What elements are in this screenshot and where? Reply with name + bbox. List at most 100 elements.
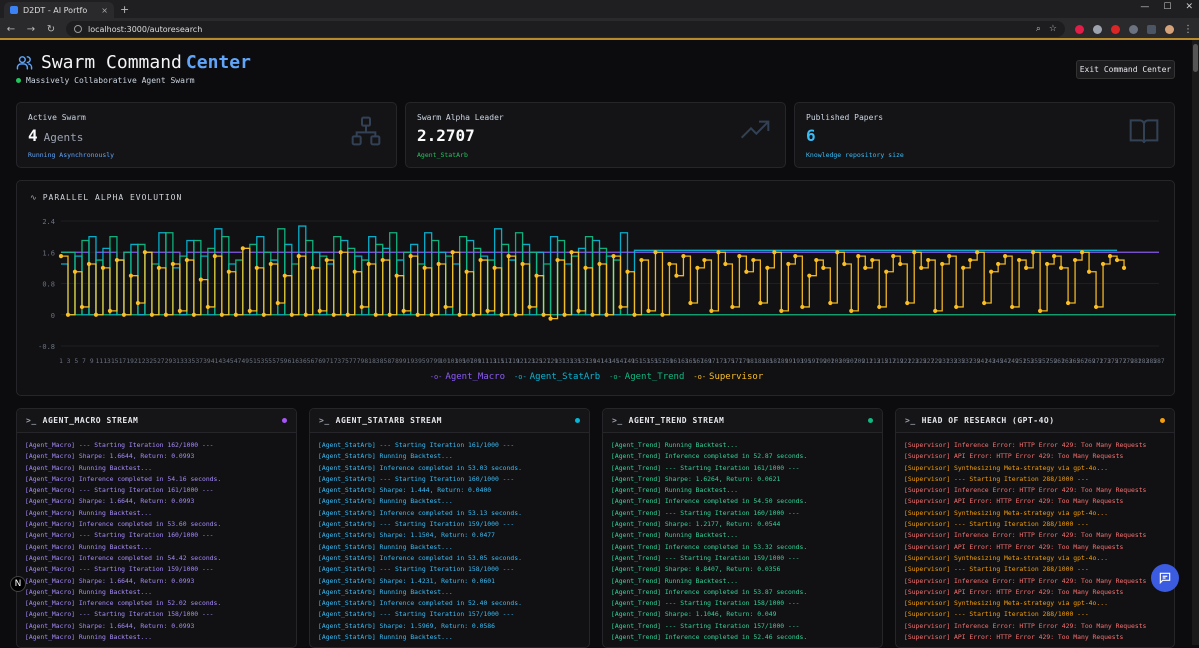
data-point — [905, 300, 910, 306]
data-point — [212, 254, 217, 259]
legend-marker-icon: -o- — [429, 373, 443, 381]
log-line: [Agent_Trend] Sharpe: 1.6264, Return: 0.… — [611, 474, 781, 483]
log-stream[interactable]: [Supervisor] Inference Error: HTTP Error… — [896, 433, 1174, 643]
panel-title: AGENT_MACRO STREAM — [42, 416, 139, 425]
log-line: [Agent_Macro] Inference completed in 53.… — [25, 520, 222, 529]
x-tick-label: 55 — [265, 358, 273, 365]
puzzle-icon[interactable] — [1129, 24, 1138, 34]
minimize-icon[interactable]: — — [1140, 2, 1149, 12]
log-line: [Agent_StatArb] Inference completed in 5… — [318, 553, 522, 562]
data-point — [520, 261, 525, 267]
x-tick-label: 71 — [326, 358, 334, 365]
data-point — [268, 261, 273, 267]
site-info-icon[interactable] — [74, 25, 82, 33]
address-bar[interactable]: localhost:3000/autoresearch ⌕ ☆ — [66, 21, 1065, 37]
data-point — [688, 300, 693, 306]
url-text[interactable]: localhost:3000/autoresearch — [88, 25, 202, 34]
data-point — [1024, 265, 1029, 270]
panel-header: >_ HEAD OF RESEARCH (GPT-4O) — [896, 409, 1174, 433]
terminal-icon: >_ — [905, 416, 916, 425]
data-point — [1038, 308, 1043, 313]
log-line: [Agent_Macro] Running Backtest... — [25, 587, 152, 596]
x-tick-label: 11 — [96, 358, 104, 365]
data-point — [877, 304, 882, 310]
log-line: [Supervisor] API Error: HTTP Error 429: … — [904, 452, 1124, 461]
stat-label: Published Papers — [806, 113, 884, 122]
data-point — [870, 257, 875, 263]
tab-title: D2DT - AI Portfo — [23, 5, 88, 15]
tab-close-icon[interactable]: × — [101, 6, 108, 15]
data-point — [86, 261, 92, 267]
x-tick-label: 9 — [90, 358, 94, 365]
data-point — [107, 308, 113, 313]
legend-item[interactable]: -o- Agent_StatArb — [514, 372, 600, 382]
x-tick-label: 3 — [67, 358, 71, 365]
log-stream[interactable]: [Agent_StatArb] --- Starting Iteration 1… — [310, 433, 589, 643]
log-line: [Agent_Trend] Sharpe: 1.1046, Return: 0.… — [611, 610, 777, 619]
activity-icon: ∿ — [30, 193, 38, 202]
data-point — [100, 265, 106, 270]
scrollbar-thumb[interactable] — [1193, 44, 1198, 72]
browser-tab[interactable]: D2DT - AI Portfo × — [4, 2, 114, 18]
log-line: [Supervisor] Inference Error: HTTP Error… — [904, 531, 1147, 540]
data-point — [996, 261, 1001, 267]
profile-avatar[interactable] — [1165, 24, 1174, 34]
extension-icon[interactable] — [1111, 24, 1120, 34]
x-tick-label: 83 — [372, 358, 380, 365]
data-point — [58, 254, 64, 259]
chat-icon — [1159, 572, 1171, 585]
x-tick-label: 93 — [410, 358, 418, 365]
chart-header: ∿ PARALLEL ALPHA EVOLUTION — [30, 193, 182, 202]
data-point — [79, 304, 85, 310]
log-line: [Supervisor] Inference Error: HTTP Error… — [904, 621, 1147, 630]
bookmark-star-icon[interactable]: ☆ — [1049, 24, 1057, 34]
data-point — [191, 312, 196, 317]
back-icon[interactable]: ← — [6, 24, 16, 35]
log-line: [Agent_Trend] Inference completed in 53.… — [611, 587, 808, 596]
forward-icon[interactable]: → — [26, 24, 36, 35]
extension-icon[interactable] — [1093, 24, 1102, 34]
data-point — [695, 265, 700, 270]
legend-item[interactable]: -o- Supervisor — [693, 372, 763, 382]
log-stream[interactable]: [Agent_Trend] Running Backtest... [Agent_… — [603, 433, 882, 643]
kebab-menu-icon[interactable]: ⋮ — [1183, 24, 1193, 35]
legend-item[interactable]: -o- Agent_Macro — [430, 372, 505, 382]
x-tick-label: 17 — [119, 358, 127, 365]
log-line: [Agent_Macro] Inference completed in 54.… — [25, 553, 222, 562]
data-point — [884, 269, 889, 274]
log-line: [Supervisor] Synthesizing Meta-strategy … — [904, 508, 1108, 517]
close-window-icon[interactable]: ✕ — [1185, 2, 1193, 12]
data-point — [149, 312, 155, 317]
nextjs-dev-badge[interactable]: N — [10, 576, 26, 592]
terminal-icon: >_ — [612, 416, 623, 425]
data-point — [352, 269, 357, 274]
data-point — [814, 257, 819, 263]
data-point — [135, 300, 141, 306]
data-point — [478, 257, 483, 263]
terminal-icon: >_ — [319, 416, 330, 425]
data-point — [205, 304, 210, 310]
new-tab-button[interactable]: + — [120, 3, 129, 16]
data-point — [898, 261, 903, 267]
sidepanel-icon[interactable] — [1147, 24, 1156, 34]
data-point — [1114, 257, 1120, 263]
exit-command-center-button[interactable]: Exit Command Center — [1076, 60, 1175, 79]
reload-icon[interactable]: ↻ — [46, 24, 56, 35]
stat-footnote: Running Asynchronously — [28, 151, 115, 159]
data-point — [709, 308, 714, 313]
maximize-icon[interactable]: ☐ — [1163, 2, 1171, 12]
log-stream[interactable]: [Agent_Macro] --- Starting Iteration 162… — [17, 433, 296, 643]
zoom-icon[interactable]: ⌕ — [1036, 24, 1041, 34]
data-point — [443, 304, 448, 310]
legend-item[interactable]: -o- Agent_Trend — [609, 372, 684, 382]
data-point — [793, 254, 798, 259]
extension-icon[interactable] — [1075, 24, 1084, 34]
title-highlight: Center — [185, 52, 251, 73]
data-point — [457, 312, 462, 317]
log-line: [Agent_Macro] Sharpe: 1.6644, Return: 0.… — [25, 576, 195, 585]
log-line: [Agent_Trend] Running Backtest... — [611, 441, 738, 449]
data-point — [758, 300, 763, 306]
page-scrollbar[interactable] — [1192, 40, 1199, 645]
chat-button[interactable] — [1151, 564, 1179, 592]
x-tick-label: 13 — [103, 358, 111, 365]
